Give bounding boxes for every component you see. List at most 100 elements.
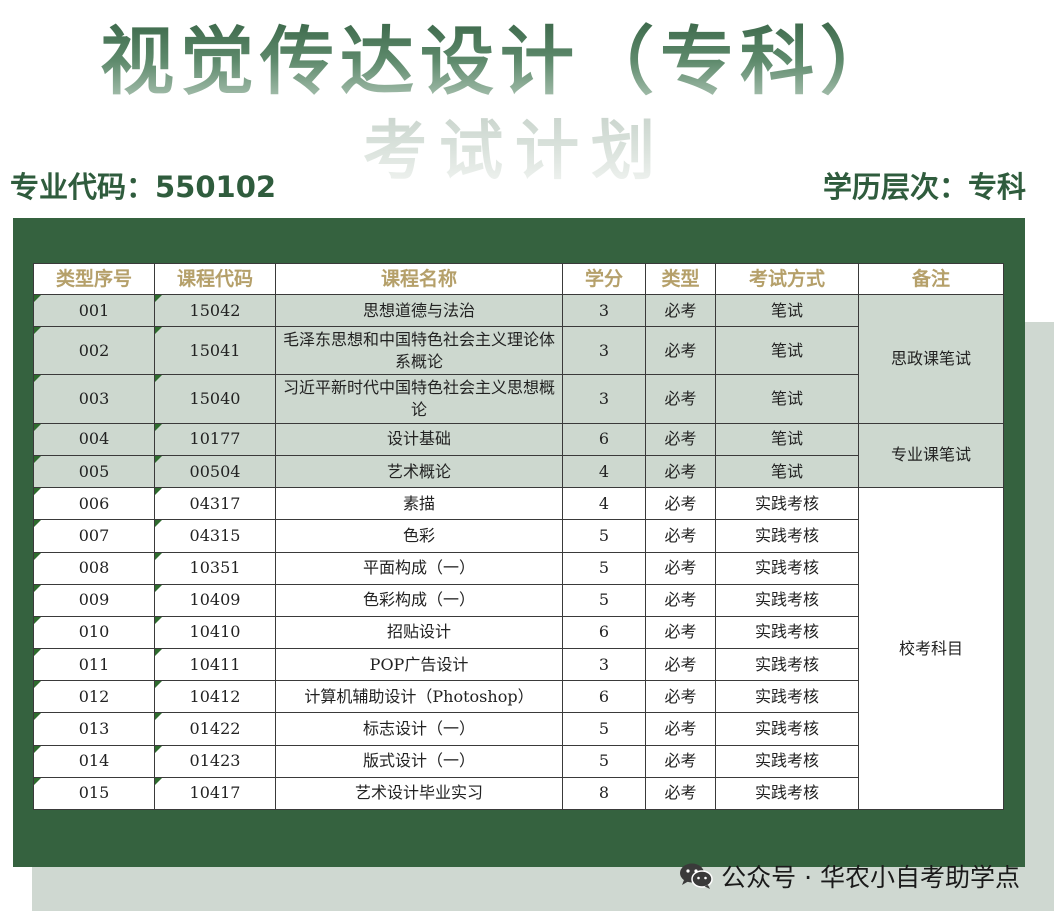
cell-seq: 012 bbox=[33, 680, 155, 714]
cell-seq: 011 bbox=[33, 648, 155, 682]
cell-exam: 笔试 bbox=[715, 422, 859, 456]
table-row: 010 10410 招贴设计 6 必考 实践考核 bbox=[33, 615, 1004, 650]
col-header-seq: 类型序号 bbox=[33, 263, 155, 295]
cell-seq: 004 bbox=[33, 422, 155, 456]
table-row: 003 15040 习近平新时代中国特色社会主义思想概论 3 必考 笔试 bbox=[33, 374, 1004, 424]
table-row: 008 10351 平面构成（一） 5 必考 实践考核 bbox=[33, 551, 1004, 585]
cell-code: 15041 bbox=[154, 326, 276, 376]
wechat-icon bbox=[680, 863, 713, 889]
cell-name: 设计基础 bbox=[275, 422, 563, 456]
exam-plan-table: 类型序号 课程代码 课程名称 学分 类型 考试方式 备注 001 15042 思… bbox=[33, 263, 1004, 811]
col-header-type: 类型 bbox=[645, 263, 716, 295]
cell-type: 必考 bbox=[645, 776, 716, 811]
cell-seq: 001 bbox=[33, 293, 155, 328]
account-watermark: 公众号 · 华农小自考助学点 bbox=[679, 858, 1020, 894]
cell-name: 色彩 bbox=[275, 519, 563, 553]
table-row: 006 04317 素描 4 必考 实践考核 校考科目 bbox=[33, 487, 1004, 810]
cell-code: 01423 bbox=[154, 744, 276, 778]
cell-type: 必考 bbox=[645, 615, 716, 650]
cell-seq: 010 bbox=[33, 615, 155, 650]
cell-code: 10417 bbox=[154, 776, 276, 811]
cell-exam: 实践考核 bbox=[715, 680, 859, 714]
cell-exam: 实践考核 bbox=[715, 615, 859, 650]
table-row: 004 10177 设计基础 6 必考 笔试 专业课笔试 bbox=[33, 422, 1004, 489]
cell-seq: 009 bbox=[33, 583, 155, 617]
cell-type: 必考 bbox=[645, 519, 716, 553]
cell-credit: 5 bbox=[562, 583, 646, 617]
cell-code: 01422 bbox=[154, 712, 276, 746]
cell-name: 计算机辅助设计（Photoshop） bbox=[275, 680, 563, 714]
cell-exam: 笔试 bbox=[715, 326, 859, 376]
cell-name: 平面构成（一） bbox=[275, 551, 563, 585]
cell-exam: 实践考核 bbox=[715, 712, 859, 746]
cell-type: 必考 bbox=[645, 374, 716, 424]
cell-type: 必考 bbox=[645, 454, 716, 489]
cell-exam: 笔试 bbox=[715, 293, 859, 328]
cell-credit: 4 bbox=[562, 487, 646, 521]
cell-code: 10409 bbox=[154, 583, 276, 617]
cell-code: 10351 bbox=[154, 551, 276, 585]
table-row: 014 01423 版式设计（一） 5 必考 实践考核 bbox=[33, 744, 1004, 778]
page-title: 视觉传达设计（专科） bbox=[0, 2, 1000, 109]
cell-remark-group3: 校考科目 bbox=[858, 487, 1004, 810]
cell-remark-group2: 专业课笔试 bbox=[858, 422, 1004, 489]
cell-seq: 007 bbox=[33, 519, 155, 553]
cell-type: 必考 bbox=[645, 422, 716, 456]
cell-type: 必考 bbox=[645, 583, 716, 617]
cell-seq: 003 bbox=[33, 374, 155, 424]
cell-type: 必考 bbox=[645, 712, 716, 746]
cell-name: 素描 bbox=[275, 487, 563, 521]
cell-seq: 006 bbox=[33, 487, 155, 521]
cell-seq: 013 bbox=[33, 712, 155, 746]
cell-credit: 4 bbox=[562, 454, 646, 489]
cell-type: 必考 bbox=[645, 551, 716, 585]
cell-code: 15040 bbox=[154, 374, 276, 424]
cell-code: 10177 bbox=[154, 422, 276, 456]
cell-exam: 实践考核 bbox=[715, 744, 859, 778]
cell-credit: 6 bbox=[562, 422, 646, 456]
major-code: 专业代码：550102 bbox=[10, 170, 277, 204]
table-row: 013 01422 标志设计（一） 5 必考 实践考核 bbox=[33, 712, 1004, 746]
cell-name: 招贴设计 bbox=[275, 615, 563, 650]
cell-seq: 008 bbox=[33, 551, 155, 585]
cell-remark-group1: 思政课笔试 bbox=[858, 294, 1004, 424]
col-header-exam: 考试方式 bbox=[715, 263, 859, 295]
cell-exam: 实践考核 bbox=[715, 551, 859, 585]
table-row: 001 15042 思想道德与法治 3 必考 笔试 思政课笔试 bbox=[33, 293, 1004, 424]
cell-type: 必考 bbox=[645, 326, 716, 376]
table-row: 012 10412 计算机辅助设计（Photoshop） 6 必考 实践考核 bbox=[33, 680, 1004, 714]
cell-credit: 3 bbox=[562, 326, 646, 376]
cell-type: 必考 bbox=[645, 744, 716, 778]
cell-code: 04315 bbox=[154, 519, 276, 553]
cell-exam: 笔试 bbox=[715, 454, 859, 489]
table-row: 011 10411 POP广告设计 3 必考 实践考核 bbox=[33, 648, 1004, 682]
education-level: 学历层次：专科 bbox=[822, 170, 1026, 204]
cell-type: 必考 bbox=[645, 293, 716, 328]
table-header-row: 类型序号 课程代码 课程名称 学分 类型 考试方式 备注 bbox=[33, 263, 1004, 295]
cell-exam: 实践考核 bbox=[715, 648, 859, 682]
col-header-credit: 学分 bbox=[562, 263, 646, 295]
cell-exam: 实践考核 bbox=[715, 519, 859, 553]
cell-credit: 5 bbox=[562, 519, 646, 553]
cell-code: 10410 bbox=[154, 615, 276, 650]
cell-name: 版式设计（一） bbox=[275, 744, 563, 778]
cell-seq: 002 bbox=[33, 326, 155, 376]
cell-name: 习近平新时代中国特色社会主义思想概论 bbox=[275, 374, 563, 424]
table-row: 009 10409 色彩构成（一） 5 必考 实践考核 bbox=[33, 583, 1004, 617]
cell-credit: 5 bbox=[562, 744, 646, 778]
cell-name: 毛泽东思想和中国特色社会主义理论体系概论 bbox=[275, 326, 563, 376]
cell-name: POP广告设计 bbox=[275, 648, 563, 682]
col-header-remark: 备注 bbox=[858, 263, 1004, 295]
cell-exam: 笔试 bbox=[715, 374, 859, 424]
cell-seq: 005 bbox=[33, 454, 155, 489]
cell-name: 标志设计（一） bbox=[275, 712, 563, 746]
cell-credit: 3 bbox=[562, 293, 646, 328]
cell-type: 必考 bbox=[645, 487, 716, 521]
cell-code: 15042 bbox=[154, 293, 276, 328]
cell-credit: 3 bbox=[562, 374, 646, 424]
cell-credit: 5 bbox=[562, 712, 646, 746]
cell-exam: 实践考核 bbox=[715, 583, 859, 617]
table-row: 007 04315 色彩 5 必考 实践考核 bbox=[33, 519, 1004, 553]
cell-type: 必考 bbox=[645, 680, 716, 714]
cell-exam: 实践考核 bbox=[715, 776, 859, 811]
